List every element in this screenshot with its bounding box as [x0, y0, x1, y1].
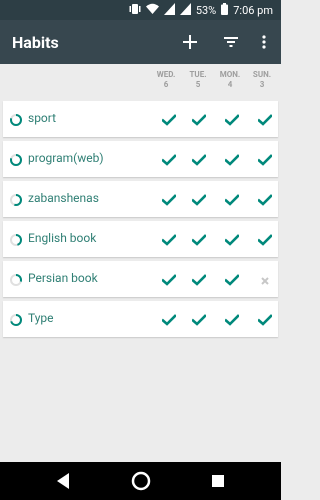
check-icon[interactable]	[220, 151, 244, 167]
habit-score-ring-icon	[9, 232, 23, 246]
check-icon[interactable]	[220, 191, 244, 207]
habit-name: English book	[28, 231, 97, 245]
recents-button[interactable]	[207, 470, 229, 492]
signal-icon-2	[179, 2, 191, 18]
check-icon[interactable]	[157, 231, 181, 247]
check-icon[interactable]	[157, 271, 181, 287]
back-button[interactable]	[53, 470, 75, 492]
check-icon[interactable]	[253, 111, 277, 127]
recents-square-icon	[212, 475, 224, 487]
habit-row[interactable]: Persian book	[3, 261, 278, 297]
day-name: SUN.	[252, 70, 272, 79]
check-icon[interactable]	[157, 151, 181, 167]
check-icon[interactable]	[253, 191, 277, 207]
check-icon[interactable]	[220, 231, 244, 247]
habit-row[interactable]: Type	[3, 301, 278, 337]
check-icon[interactable]	[157, 191, 181, 207]
check-icon[interactable]	[253, 231, 277, 247]
check-icon[interactable]	[157, 111, 181, 127]
day-header-wed: WED. 6	[150, 70, 182, 90]
system-nav-bar	[0, 462, 281, 500]
app-toolbar: Habits	[0, 20, 281, 64]
more-vert-icon	[262, 35, 266, 49]
vibrate-icon	[129, 3, 141, 18]
day-name: MON.	[219, 70, 241, 79]
check-icon[interactable]	[187, 311, 211, 327]
check-icon[interactable]	[220, 271, 244, 287]
day-number: 5	[195, 80, 201, 89]
day-header-mon: MON. 4	[214, 70, 246, 90]
page-title: Habits	[12, 32, 59, 52]
day-header: WED. 6 TUE. 5 MON. 4 SUN. 3	[0, 70, 281, 98]
home-button[interactable]	[130, 470, 152, 492]
day-name: WED.	[156, 70, 176, 79]
day-header-tue: TUE. 5	[182, 70, 214, 90]
check-icon[interactable]	[187, 271, 211, 287]
check-icon[interactable]	[187, 151, 211, 167]
habit-score-ring-icon	[9, 152, 23, 166]
habit-score-ring-icon	[9, 312, 23, 326]
day-number: 6	[163, 80, 169, 89]
habit-name: Type	[28, 311, 54, 325]
habit-name: program(web)	[28, 151, 104, 165]
habit-name: sport	[28, 111, 57, 125]
check-icon[interactable]	[220, 311, 244, 327]
battery-percent: 53%	[195, 3, 217, 17]
overflow-menu-button[interactable]	[250, 20, 278, 64]
day-number: 3	[259, 80, 265, 89]
habit-name: Persian book	[28, 271, 98, 285]
check-icon[interactable]	[253, 151, 277, 167]
habit-score-ring-icon	[9, 272, 23, 286]
check-icon[interactable]	[157, 311, 181, 327]
habit-name: zabanshenas	[28, 191, 99, 205]
check-icon[interactable]	[253, 311, 277, 327]
day-number: 4	[227, 80, 233, 89]
check-icon[interactable]	[220, 111, 244, 127]
check-icon[interactable]	[187, 231, 211, 247]
add-habit-button[interactable]	[176, 20, 204, 64]
clock: 7:06 pm	[233, 3, 273, 17]
day-name: TUE.	[189, 70, 207, 79]
habit-row[interactable]: zabanshenas	[3, 181, 278, 217]
status-bar: 53% 7:06 pm	[0, 0, 281, 20]
battery-icon	[221, 2, 229, 18]
habit-row[interactable]: English book	[3, 221, 278, 257]
filter-icon	[224, 37, 238, 47]
habit-score-ring-icon	[9, 192, 23, 206]
check-icon[interactable]	[187, 191, 211, 207]
habit-row[interactable]: sport	[3, 101, 278, 137]
back-triangle-icon	[57, 473, 69, 489]
day-header-sun: SUN. 3	[246, 70, 278, 90]
habit-score-ring-icon	[9, 112, 23, 126]
filter-button[interactable]	[217, 20, 245, 64]
habit-row[interactable]: program(web)	[3, 141, 278, 177]
wifi-icon	[145, 3, 159, 18]
check-icon[interactable]	[187, 111, 211, 127]
plus-icon	[183, 35, 197, 49]
home-circle-icon	[131, 471, 151, 491]
cross-icon[interactable]	[253, 271, 277, 287]
signal-icon-1	[163, 2, 175, 18]
